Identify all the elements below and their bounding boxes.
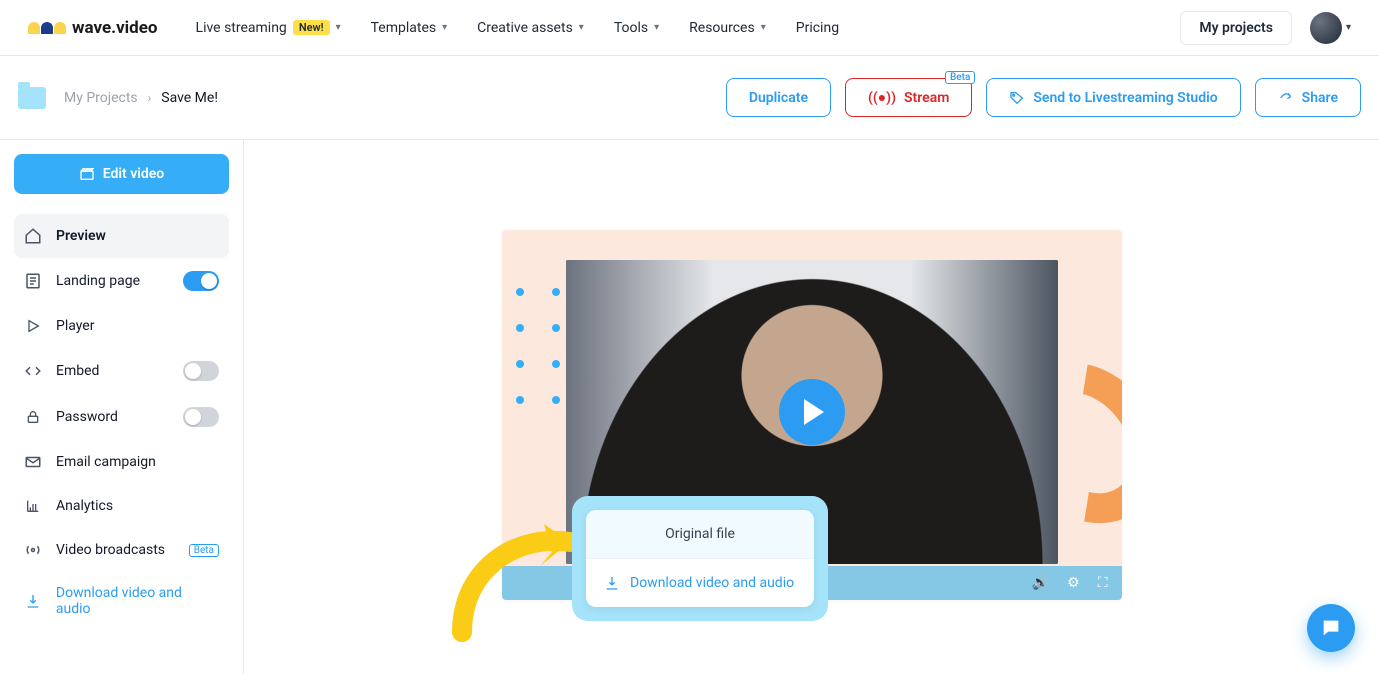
nav-item-creative-assets[interactable]: Creative assets ▾ — [477, 20, 584, 36]
chevron-down-icon: ▾ — [1346, 22, 1351, 33]
nav-item-live-streaming[interactable]: Live streaming New! ▾ — [196, 20, 341, 36]
download-icon — [24, 592, 42, 610]
clapper-icon — [79, 166, 95, 182]
account-menu[interactable]: ▾ — [1310, 12, 1351, 44]
fullscreen-icon[interactable]: ⛶ — [1098, 575, 1108, 591]
volume-icon[interactable]: 🔊 — [1032, 575, 1049, 591]
sidebar-item-download[interactable]: Download video and audio — [14, 572, 229, 630]
duplicate-button[interactable]: Duplicate — [726, 78, 831, 117]
share-button[interactable]: Share — [1255, 78, 1361, 117]
chat-icon — [1320, 617, 1342, 639]
breadcrumb-root[interactable]: My Projects — [64, 90, 138, 106]
embed-toggle[interactable] — [183, 361, 219, 381]
nav-item-templates[interactable]: Templates ▾ — [371, 20, 448, 36]
send-to-studio-button[interactable]: Send to Livestreaming Studio — [986, 78, 1240, 117]
sidebar: Edit video Preview Landing page Player — [0, 140, 244, 674]
nav-items: Live streaming New! ▾ Templates ▾ Creati… — [196, 20, 840, 36]
download-callout: Original file Download video and audio — [572, 496, 828, 621]
breadcrumb-current: Save Me! — [161, 90, 218, 106]
top-nav: wave.video Live streaming New! ▾ Templat… — [0, 0, 1379, 56]
nav-item-resources[interactable]: Resources ▾ — [689, 20, 766, 36]
password-toggle[interactable] — [183, 407, 219, 427]
badge-new: New! — [293, 20, 330, 35]
sidebar-item-player[interactable]: Player — [14, 304, 229, 348]
sidebar-item-video-broadcasts[interactable]: Video broadcasts Beta — [14, 528, 229, 572]
settings-gear-icon[interactable]: ⚙ — [1067, 575, 1080, 591]
chevron-down-icon: ▾ — [336, 22, 341, 33]
edit-video-button[interactable]: Edit video — [14, 154, 229, 194]
breadcrumb: My Projects › Save Me! — [64, 90, 218, 106]
sidebar-item-preview[interactable]: Preview — [14, 214, 229, 258]
logo[interactable]: wave.video — [28, 18, 158, 38]
tag-icon — [1009, 90, 1025, 106]
avatar — [1310, 12, 1342, 44]
chart-icon — [24, 497, 42, 515]
mail-icon — [24, 453, 42, 471]
download-icon — [604, 575, 620, 591]
lock-icon — [24, 408, 42, 426]
chevron-down-icon: ▾ — [761, 22, 766, 33]
nav-item-tools[interactable]: Tools ▾ — [614, 20, 659, 36]
sidebar-item-analytics[interactable]: Analytics — [14, 484, 229, 528]
callout-download-link[interactable]: Download video and audio — [586, 558, 814, 607]
callout-original-file[interactable]: Original file — [586, 510, 814, 558]
stream-button[interactable]: ((●)) Stream Beta — [845, 78, 972, 117]
chevron-down-icon: ▾ — [442, 22, 447, 33]
project-subbar: My Projects › Save Me! Duplicate ((●)) S… — [0, 56, 1379, 140]
callout-arrow-icon — [452, 522, 592, 642]
nav-item-pricing[interactable]: Pricing — [796, 20, 839, 36]
broadcast-icon: ((●)) — [868, 89, 896, 106]
share-icon — [1278, 90, 1294, 106]
chevron-right-icon: › — [148, 91, 152, 105]
sidebar-item-password[interactable]: Password — [14, 394, 229, 440]
broadcast-icon — [24, 541, 42, 559]
logo-text: wave.video — [72, 18, 158, 38]
logo-mark-icon — [28, 22, 66, 34]
badge-beta: Beta — [189, 544, 219, 557]
sidebar-item-embed[interactable]: Embed — [14, 348, 229, 394]
project-actions: Duplicate ((●)) Stream Beta Send to Live… — [726, 78, 1361, 117]
code-icon — [24, 362, 42, 380]
landing-page-toggle[interactable] — [183, 271, 219, 291]
my-projects-button[interactable]: My projects — [1180, 11, 1292, 45]
play-icon — [24, 317, 42, 335]
folder-icon — [18, 87, 46, 109]
home-icon — [24, 227, 42, 245]
page-icon — [24, 272, 42, 290]
badge-beta: Beta — [945, 71, 975, 84]
content-area: Alexandra Ezhova 🔊 ⚙ ⛶ Original file Dow… — [244, 140, 1379, 674]
sidebar-item-email-campaign[interactable]: Email campaign — [14, 440, 229, 484]
sidebar-item-landing-page[interactable]: Landing page — [14, 258, 229, 304]
chevron-down-icon: ▾ — [654, 22, 659, 33]
chevron-down-icon: ▾ — [579, 22, 584, 33]
chat-fab[interactable] — [1307, 604, 1355, 652]
play-button[interactable] — [779, 379, 845, 445]
